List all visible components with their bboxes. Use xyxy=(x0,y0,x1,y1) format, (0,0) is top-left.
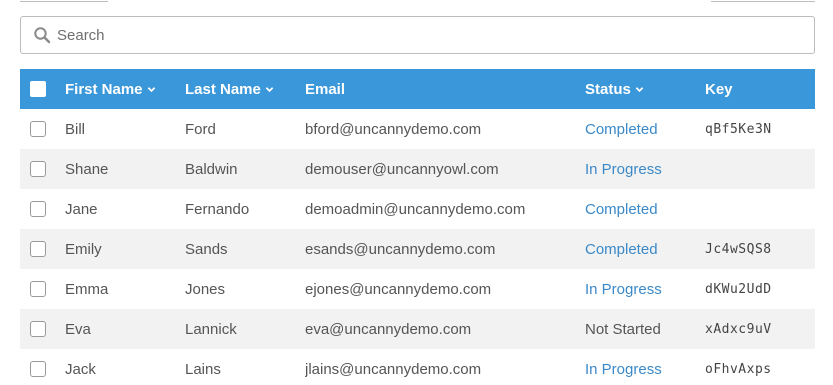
cell-key: Jc4wSQS8 xyxy=(705,241,772,257)
row-checkbox-cell xyxy=(20,361,65,377)
cell-status[interactable]: Completed xyxy=(585,121,705,138)
cell-status[interactable]: In Progress xyxy=(585,361,705,378)
cell-email: jlains@uncannydemo.com xyxy=(305,360,482,378)
table-row: Bill Ford bford@uncannydemo.com Completed qB… xyxy=(20,109,815,149)
cell-first-name: Emily xyxy=(65,240,102,258)
row-checkbox[interactable] xyxy=(30,321,46,337)
row-checkbox[interactable] xyxy=(30,241,46,257)
search-icon xyxy=(33,26,51,44)
top-control-left[interactable] xyxy=(20,0,108,2)
row-checkbox-cell xyxy=(20,201,65,217)
table-row: Jack Lains jlains@uncannydemo.com In Progre… xyxy=(20,349,815,385)
cell-email: demouser@uncannyowl.com xyxy=(305,160,499,178)
top-control-right[interactable] xyxy=(711,0,815,2)
row-checkbox-cell xyxy=(20,161,65,177)
cell-status[interactable]: In Progress xyxy=(585,161,705,178)
cell-email: bford@uncannydemo.com xyxy=(305,120,482,138)
table-header: First Name Last Name Email Status Key xyxy=(20,69,815,109)
cell-key: oFhvAxps xyxy=(705,361,772,377)
cell-email: esands@uncannydemo.com xyxy=(305,240,496,258)
cell-last-name: Fernando xyxy=(185,200,250,218)
row-checkbox-cell xyxy=(20,121,65,137)
sort-first-name[interactable]: First Name xyxy=(65,81,185,98)
header-key-cell: Key xyxy=(705,81,815,98)
row-checkbox[interactable] xyxy=(30,281,46,297)
cell-last-name: Lannick xyxy=(185,320,237,338)
row-checkbox[interactable] xyxy=(30,201,46,217)
cell-key: qBf5Ke3N xyxy=(705,121,772,137)
table-row: Shane Baldwin demouser@uncannyowl.com In Pr… xyxy=(20,149,815,189)
cell-status[interactable]: In Progress xyxy=(585,281,705,298)
header-status: Status xyxy=(585,80,631,98)
search-bar[interactable] xyxy=(20,16,815,54)
chevron-down-icon xyxy=(147,86,155,92)
cell-first-name: Eva xyxy=(65,320,91,338)
row-checkbox[interactable] xyxy=(30,161,46,177)
cell-status[interactable]: Completed xyxy=(585,201,705,218)
row-checkbox[interactable] xyxy=(30,361,46,377)
users-table: First Name Last Name Email Status Key Bi… xyxy=(20,69,815,385)
cell-email: ejones@uncannydemo.com xyxy=(305,280,492,298)
header-first-name: First Name xyxy=(65,80,143,98)
cell-last-name: Lains xyxy=(185,360,221,378)
table-row: Emma Jones ejones@uncannydemo.com In Progre… xyxy=(20,269,815,309)
row-checkbox-cell xyxy=(20,241,65,257)
cell-first-name: Shane xyxy=(65,160,109,178)
cell-last-name: Sands xyxy=(185,240,228,258)
table-row: Emily Sands esands@uncannydemo.com Complete… xyxy=(20,229,815,269)
header-key: Key xyxy=(705,80,733,98)
chevron-down-icon xyxy=(265,86,274,92)
row-checkbox[interactable] xyxy=(30,121,46,137)
table-row: Jane Fernando demoadmin@uncannydemo.com Com… xyxy=(20,189,815,229)
row-checkbox-cell xyxy=(20,321,65,337)
table-row: Eva Lannick eva@uncannydemo.com Not Started… xyxy=(20,309,815,349)
cell-status[interactable]: Completed xyxy=(585,241,705,258)
cell-status: Not Started xyxy=(585,320,661,338)
chevron-down-icon xyxy=(635,86,644,92)
cell-last-name: Jones xyxy=(185,280,226,298)
cell-first-name: Emma xyxy=(65,280,109,298)
cell-email: eva@uncannydemo.com xyxy=(305,320,472,338)
cell-first-name: Bill xyxy=(65,120,86,138)
cell-key: dKWu2UdD xyxy=(705,281,772,297)
header-checkbox-cell xyxy=(20,81,65,97)
table-body: Bill Ford bford@uncannydemo.com Completed qB… xyxy=(20,109,815,385)
header-email-cell: Email xyxy=(305,81,585,98)
search-input[interactable] xyxy=(57,17,814,53)
sort-status[interactable]: Status xyxy=(585,81,705,98)
page: First Name Last Name Email Status xyxy=(0,0,833,385)
header-email: Email xyxy=(305,80,346,98)
row-checkbox-cell xyxy=(20,281,65,297)
select-all-checkbox[interactable] xyxy=(30,81,46,97)
cell-first-name: Jane xyxy=(65,200,98,218)
cell-last-name: Baldwin xyxy=(185,160,238,178)
cell-last-name: Ford xyxy=(185,120,216,138)
sort-last-name[interactable]: Last Name xyxy=(185,81,305,98)
cell-email: demoadmin@uncannydemo.com xyxy=(305,200,526,218)
cell-key: xAdxc9uV xyxy=(705,321,772,337)
header-last-name: Last Name xyxy=(185,80,261,98)
cell-first-name: Jack xyxy=(65,360,96,378)
